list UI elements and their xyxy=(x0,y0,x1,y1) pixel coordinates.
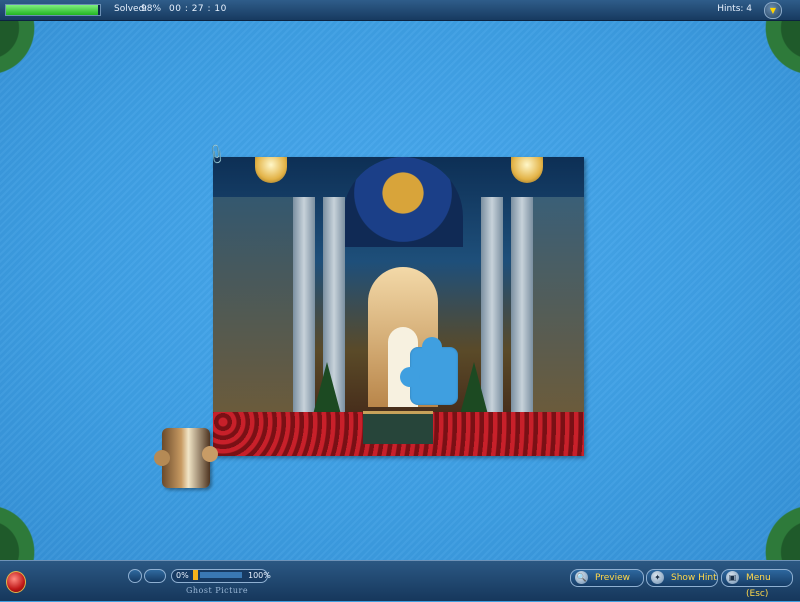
puzzle-image-dome xyxy=(343,157,463,247)
ghost-slider-max: 100% xyxy=(248,571,271,580)
show-hint-label: Show Hint xyxy=(671,573,717,583)
hints-count: Hints: 4 xyxy=(717,4,752,14)
ghost-slider-min: 0% xyxy=(176,571,189,580)
ghost-slider-thumb[interactable] xyxy=(193,570,198,580)
solved-progress-bar xyxy=(5,4,101,16)
ghost-picture-label: Ghost Picture xyxy=(186,586,249,595)
missing-piece-slot[interactable] xyxy=(400,337,458,405)
solved-value: 98% xyxy=(141,4,162,14)
chandelier-image xyxy=(511,157,543,183)
garland-decoration xyxy=(0,20,60,100)
menu-button[interactable]: ▣ Menu (Esc) xyxy=(721,569,793,599)
magnifier-icon: 🔍 xyxy=(575,571,588,584)
puzzle-image-column xyxy=(511,197,533,417)
monitor-icon: ▣ xyxy=(726,571,739,584)
menu-label: Menu (Esc) xyxy=(746,573,771,599)
toolbar-round-button[interactable] xyxy=(128,569,142,583)
preview-button[interactable]: 🔍 Preview xyxy=(570,569,644,587)
garland-decoration xyxy=(740,20,800,100)
bottom-toolbar: 0% 100% Ghost Picture 🔍 Preview ✦ Show H… xyxy=(0,560,800,601)
christmas-ornament-icon xyxy=(6,571,26,593)
loose-puzzle-piece[interactable] xyxy=(154,428,218,488)
garland-decoration xyxy=(740,480,800,560)
top-status-bar: Solved: 98% 00 : 27 : 10 Hints: 4 ▼ xyxy=(0,0,800,21)
solved-progress-fill xyxy=(6,5,99,15)
toolbar-round-button[interactable] xyxy=(144,569,166,583)
garland-decoration xyxy=(0,480,60,560)
ghost-slider-fill xyxy=(200,572,242,578)
chandelier-image xyxy=(255,157,287,183)
altar-image xyxy=(363,411,433,444)
puzzle-image-region xyxy=(213,197,293,417)
puzzle-board[interactable] xyxy=(213,157,584,456)
timer: 00 : 27 : 10 xyxy=(169,4,227,14)
hints-dropdown-icon[interactable]: ▼ xyxy=(764,2,782,19)
preview-label: Preview xyxy=(595,573,631,583)
show-hint-button[interactable]: ✦ Show Hint xyxy=(646,569,718,587)
wand-icon: ✦ xyxy=(651,571,664,584)
